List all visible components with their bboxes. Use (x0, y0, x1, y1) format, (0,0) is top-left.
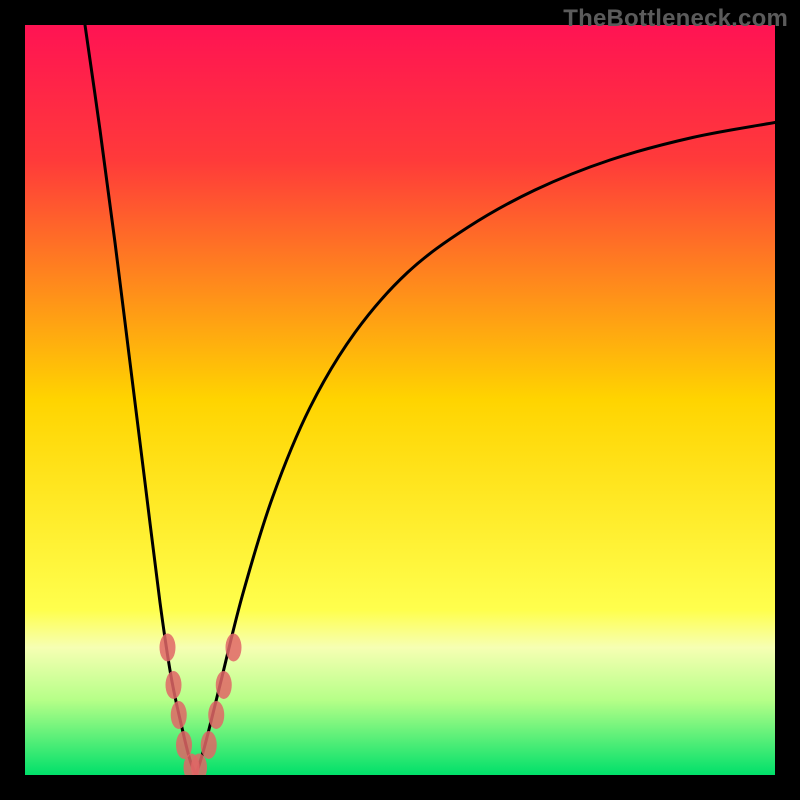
marker-point (171, 701, 187, 729)
marker-point (166, 671, 182, 699)
plot-area (25, 25, 775, 775)
chart-frame: TheBottleneck.com (0, 0, 800, 800)
chart-svg (25, 25, 775, 775)
gradient-background (25, 25, 775, 775)
watermark-text: TheBottleneck.com (563, 5, 788, 33)
marker-point (226, 634, 242, 662)
marker-point (201, 731, 217, 759)
marker-point (216, 671, 232, 699)
marker-point (160, 634, 176, 662)
marker-point (208, 701, 224, 729)
